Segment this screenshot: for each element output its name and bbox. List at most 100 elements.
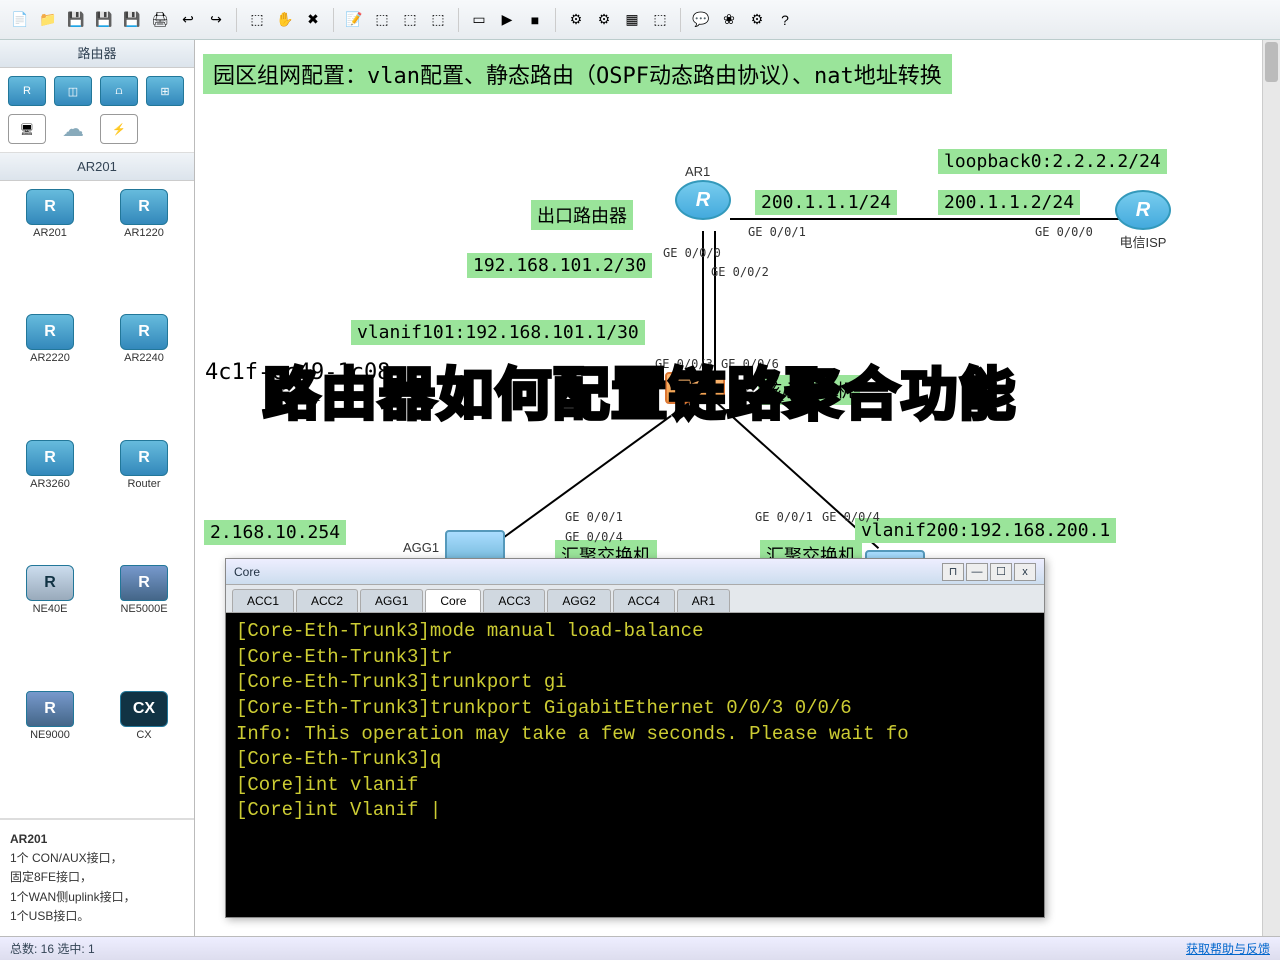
palette-item[interactable]: ⚡ — [100, 114, 138, 144]
toolbar-button[interactable]: ▶ — [495, 8, 519, 32]
cli-pin-button[interactable]: ⊓ — [942, 563, 964, 581]
topology-label: 出口路由器 — [531, 200, 633, 230]
palette-row: R ◫ ⩍ ⊞ 🖥 ☁ ⚡ — [0, 68, 194, 153]
toolbar-button[interactable]: ? — [773, 8, 797, 32]
topology-label: 192.168.101.2/30 — [467, 253, 652, 278]
toolbar-button[interactable]: ⬚ — [245, 8, 269, 32]
scrollbar-thumb[interactable] — [1265, 42, 1278, 82]
toolbar-button[interactable]: ↩ — [176, 8, 200, 32]
node-label: Core — [623, 382, 651, 397]
cli-tab-ACC2[interactable]: ACC2 — [296, 589, 358, 612]
port-label: GE 0/0/4 — [822, 510, 880, 524]
toolbar-button[interactable]: ■ — [523, 8, 547, 32]
toolbar-button[interactable]: ⬚ — [370, 8, 394, 32]
device-icon: CX — [120, 691, 168, 727]
device-label: AR201 — [8, 227, 92, 239]
toolbar-button[interactable]: ⚙ — [564, 8, 588, 32]
port-label: GE 0/0/1 — [755, 510, 813, 524]
toolbar-button[interactable]: ⬚ — [398, 8, 422, 32]
device-icon: R — [26, 314, 74, 350]
toolbar-button[interactable]: 💾 — [64, 8, 88, 32]
palette-item[interactable]: ☁ — [54, 114, 92, 144]
port-label: GE 0/0/3 — [655, 357, 713, 371]
canvas-scrollbar[interactable] — [1262, 40, 1280, 936]
palette-item[interactable]: ◫ — [54, 76, 92, 106]
device-description: AR201 1个 CON/AUX接口，固定8FE接口，1个WAN侧uplink接… — [0, 819, 194, 936]
toolbar-button[interactable]: ⚙ — [745, 8, 769, 32]
device-label: AR2220 — [8, 352, 92, 364]
router-icon: R — [675, 180, 731, 220]
toolbar-button[interactable]: 🖨 — [148, 8, 172, 32]
device-NE9000[interactable]: RNE9000 — [8, 691, 92, 810]
toolbar-button[interactable]: 💾 — [120, 8, 144, 32]
cli-tab-ACC4[interactable]: ACC4 — [613, 589, 675, 612]
link-ar1-isp[interactable] — [730, 218, 1130, 220]
topology-title: 园区组网配置：vlan配置、静态路由（OSPF动态路由协议）、nat地址转换 — [203, 54, 952, 94]
device-label: AR3260 — [8, 478, 92, 490]
port-label: GE 0/0/0 — [663, 246, 721, 260]
device-NE5000E[interactable]: RNE5000E — [102, 565, 186, 684]
topology-label: vlanif200:192.168.200.1 — [855, 518, 1116, 543]
toolbar-button[interactable]: ↪ — [204, 8, 228, 32]
node-AR1[interactable]: RAR1 — [675, 180, 731, 220]
cli-titlebar[interactable]: Core ⊓ — ☐ x — [226, 559, 1044, 585]
sidebar-header: 路由器 — [0, 40, 194, 68]
palette-item[interactable]: 🖥 — [8, 114, 46, 144]
device-NE40E[interactable]: RNE40E — [8, 565, 92, 684]
device-AR1220[interactable]: RAR1220 — [102, 189, 186, 308]
device-icon: R — [120, 565, 168, 601]
node-label: 电信ISP — [1115, 232, 1171, 251]
device-AR201[interactable]: RAR201 — [8, 189, 92, 308]
cli-tab-ACC1[interactable]: ACC1 — [232, 589, 294, 612]
port-label: GE 0/0/6 — [721, 357, 779, 371]
cli-terminal[interactable]: [Core-Eth-Trunk3]mode manual load-balanc… — [226, 613, 1044, 917]
toolbar-button[interactable]: ❀ — [717, 8, 741, 32]
device-icon: R — [120, 314, 168, 350]
device-label: AR2240 — [102, 352, 186, 364]
node-Core[interactable]: Core — [665, 372, 725, 404]
device-AR3260[interactable]: RAR3260 — [8, 440, 92, 559]
device-AR2240[interactable]: R AR2240 — [102, 314, 186, 433]
sidebar-header-2: AR201 — [0, 153, 194, 181]
toolbar-button[interactable]: 💾 — [92, 8, 116, 32]
cli-tab-ACC3[interactable]: ACC3 — [483, 589, 545, 612]
topology-label: 核心交换机 — [758, 375, 860, 405]
device-CX[interactable]: CXCX — [102, 691, 186, 810]
palette-item[interactable]: ⩍ — [100, 76, 138, 106]
cli-tab-Core[interactable]: Core — [425, 589, 481, 612]
device-Router[interactable]: RRouter — [102, 440, 186, 559]
toolbar-button[interactable]: 📁 — [36, 8, 60, 32]
node-电信ISP[interactable]: R 电信ISP — [1115, 190, 1171, 251]
toolbar-button[interactable]: ✖ — [301, 8, 325, 32]
status-left: 总数: 16 选中: 1 — [10, 940, 95, 957]
help-link[interactable]: 获取帮助与反馈 — [1186, 940, 1270, 957]
cli-tab-AR1[interactable]: AR1 — [677, 589, 730, 612]
device-icon: R — [26, 691, 74, 727]
toolbar-button[interactable]: ⚙ — [592, 8, 616, 32]
cli-tabs: ACC1ACC2AGG1CoreACC3AGG2ACC4AR1 — [226, 585, 1044, 613]
router-icon: R — [1115, 190, 1171, 230]
device-label: AR1220 — [102, 227, 186, 239]
cli-close-button[interactable]: x — [1014, 563, 1036, 581]
toolbar-button[interactable]: ✋ — [273, 8, 297, 32]
cli-tab-AGG2[interactable]: AGG2 — [547, 589, 610, 612]
cli-window[interactable]: Core ⊓ — ☐ x ACC1ACC2AGG1CoreACC3AGG2ACC… — [225, 558, 1045, 918]
desc-title: AR201 — [10, 832, 47, 846]
toolbar-button[interactable]: 📄 — [8, 8, 32, 32]
palette-item[interactable]: ⊞ — [146, 76, 184, 106]
cli-maximize-button[interactable]: ☐ — [990, 563, 1012, 581]
toolbar-button[interactable]: ⬚ — [648, 8, 672, 32]
toolbar-button[interactable]: ▭ — [467, 8, 491, 32]
device-label: Router — [102, 478, 186, 490]
toolbar-button[interactable]: 💬 — [689, 8, 713, 32]
toolbar-button[interactable]: ▦ — [620, 8, 644, 32]
cli-window-title: Core — [234, 565, 260, 579]
toolbar-button[interactable]: ⬚ — [426, 8, 450, 32]
node-label: AR1 — [685, 164, 710, 179]
device-AR2220[interactable]: R AR2220 — [8, 314, 92, 433]
toolbar-button[interactable]: 📝 — [342, 8, 366, 32]
topology-label: loopback0:2.2.2.2/24 — [938, 149, 1167, 174]
palette-item[interactable]: R — [8, 76, 46, 106]
cli-tab-AGG1[interactable]: AGG1 — [360, 589, 423, 612]
cli-minimize-button[interactable]: — — [966, 563, 988, 581]
